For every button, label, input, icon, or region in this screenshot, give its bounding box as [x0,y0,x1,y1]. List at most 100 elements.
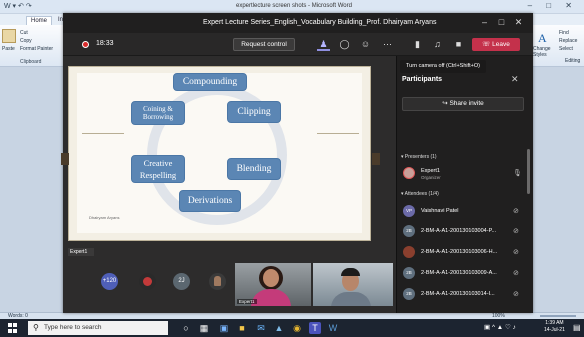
mic-icon[interactable]: ♫ [431,38,444,51]
quick-access-toolbar[interactable]: W ▾ ↶ ↷ [4,2,32,10]
desktop: W ▾ ↶ ↷ expertlecture screen shots - Mic… [0,0,584,337]
cut-button[interactable]: Cut [20,29,28,37]
list-item[interactable]: 2B 2-BM-A-A1-200130103009-A... ⊘ [403,267,527,281]
avatar: 2B [403,267,415,279]
more-actions-icon[interactable]: ⋯ [381,38,394,51]
node-blending: Blending [227,158,281,180]
person-body [331,292,371,306]
participant-name: 2-BM-A-A1-200130103014-I... [421,291,495,297]
paste-icon[interactable] [2,29,16,43]
attendees-header-label: Attendees (1/4) [404,191,439,197]
file-explorer-icon[interactable]: ■ [236,322,248,334]
participant-role: Organizer [421,175,441,180]
system-tray[interactable]: ▣ ^ ▲ ♡ ♪ [484,323,516,331]
share-screen-icon[interactable]: ■ [452,38,465,51]
reactions-icon[interactable]: ☺ [359,38,372,51]
participant-gallery: +120 2J Expert1 [63,259,396,313]
change-styles-label-2[interactable]: Styles [533,52,547,58]
word-document-title: expertlecture screen shots - Microsoft W… [236,3,352,9]
chat-icon[interactable]: ◯ [338,38,351,51]
windows-taskbar: ⚲ Type here to search ○ ▦ ▣ ■ ✉ ▲ ◉ T W … [0,319,584,337]
clipboard-group-label: Clipboard [20,59,42,65]
store-icon[interactable]: ▣ [218,322,230,334]
task-view-icon[interactable]: ▦ [198,322,210,334]
node-derivations: Derivations [179,190,241,212]
phone-icon: ☏ [482,41,493,48]
presenter-name-tag: Expert1 [68,248,94,256]
avatar [403,167,415,179]
change-styles-icon[interactable]: A [537,30,551,45]
avatar-4[interactable] [209,273,226,290]
share-invite-button[interactable]: ↪ Share invite [402,97,524,111]
panel-scrollbar[interactable] [527,149,530,194]
slide-canvas: Compounding Clipping Blending Derivation… [77,73,362,233]
person-body [251,289,291,306]
participant-row-presenter[interactable]: Expert1 Organizer 🎙 [403,167,527,181]
mail-icon[interactable]: ✉ [255,322,267,334]
list-item[interactable]: VP Vaishnavi Patel ⊘ [403,205,527,219]
avatar-person-icon [214,276,221,286]
mic-icon: 🎙 [513,170,522,177]
participants-icon[interactable]: ♟ [317,38,330,51]
attendees-header[interactable]: ▾ Attendees (1/4) [401,191,439,197]
taskbar-search-input[interactable]: ⚲ Type here to search [28,321,168,335]
editing-group-label: Editing [565,58,581,64]
search-icon: ⚲ [33,323,39,332]
list-item[interactable]: 2-BM-A-A1-200130103006-H... ⊘ [403,246,527,260]
select-button[interactable]: Select [559,46,573,52]
list-item[interactable]: 2B 2-BM-A-A1-200130103014-I... ⊘ [403,288,527,302]
maximize-icon[interactable]: □ [493,17,510,27]
teams-icon[interactable]: T [309,322,321,334]
recording-icon [82,41,89,48]
list-item[interactable]: 2B 2-BM-A-A1-200130103004-P... ⊘ [403,225,527,239]
zoom-slider[interactable] [540,315,576,317]
find-button[interactable]: Find [559,30,569,36]
format-painter-button[interactable]: Format Painter [20,45,53,53]
search-placeholder: Type here to search [44,324,102,331]
paste-button[interactable]: Paste [2,45,15,53]
avatar-2[interactable] [139,273,156,290]
camera-tooltip: Turn camera off (Ctrl+Shift+O) [400,60,486,73]
participant-name: 2-BM-A-A1-200130103009-A... [421,270,497,276]
word-window-controls[interactable]: – □ ✕ [528,1,578,10]
panel-close-icon[interactable]: ✕ [511,74,519,85]
cortana-icon[interactable]: ○ [180,322,192,334]
photos-icon[interactable]: ▲ [273,322,285,334]
avatar: VP [403,205,415,217]
word-status-bar: Words: 0 100% [0,312,584,319]
leave-button[interactable]: ☏ Leave [472,38,520,51]
node-coining-borrowing: Coining & Borrowing [131,101,185,125]
tab-home[interactable]: Home [26,16,53,25]
request-control-button[interactable]: Request control [233,38,295,51]
notification-icon[interactable]: ▤ [573,323,581,332]
word-icon[interactable]: W [327,322,339,334]
camera-icon[interactable]: ▮ [411,38,424,51]
slide-rule-left [82,133,124,134]
close-icon[interactable]: ✕ [510,17,527,28]
chrome-icon[interactable]: ◉ [291,322,303,334]
leave-label: Leave [492,41,510,48]
mic-muted-icon: ⊘ [513,270,519,277]
node-clipping: Clipping [227,101,281,123]
avatar: 2B [403,288,415,300]
participant-name: 2-BM-A-A1-200130103006-H... [421,249,498,255]
video-tile-expert1[interactable]: Expert1 [235,263,311,306]
copy-button[interactable]: Copy [20,37,32,45]
teams-window-controls: – □ ✕ [476,17,527,28]
windows-start-icon[interactable] [8,323,18,333]
presenters-header-label: Presenters (1) [404,154,437,160]
avatar-2j[interactable]: 2J [173,273,190,290]
teams-titlebar: Expert Lecture Series_English_Vocabulary… [63,13,533,33]
avatar-photo-icon [143,277,152,286]
minimize-icon[interactable]: – [476,17,493,27]
presenters-header[interactable]: ▾ Presenters (1) [401,154,437,160]
slide-right-tab [372,153,380,165]
mic-muted-icon: ⊘ [513,249,519,256]
styles-editing-group: A Change Styles Find Replace Select Edit… [533,28,584,64]
overflow-avatar[interactable]: +120 [101,273,118,290]
avatar [403,246,415,258]
node-creative-respelling: Creative Respelling [131,155,185,183]
replace-button[interactable]: Replace [559,38,577,44]
taskbar-clock[interactable]: 1:39 AM 14-Jul-21 [544,320,565,334]
video-tile-2[interactable] [313,263,393,306]
